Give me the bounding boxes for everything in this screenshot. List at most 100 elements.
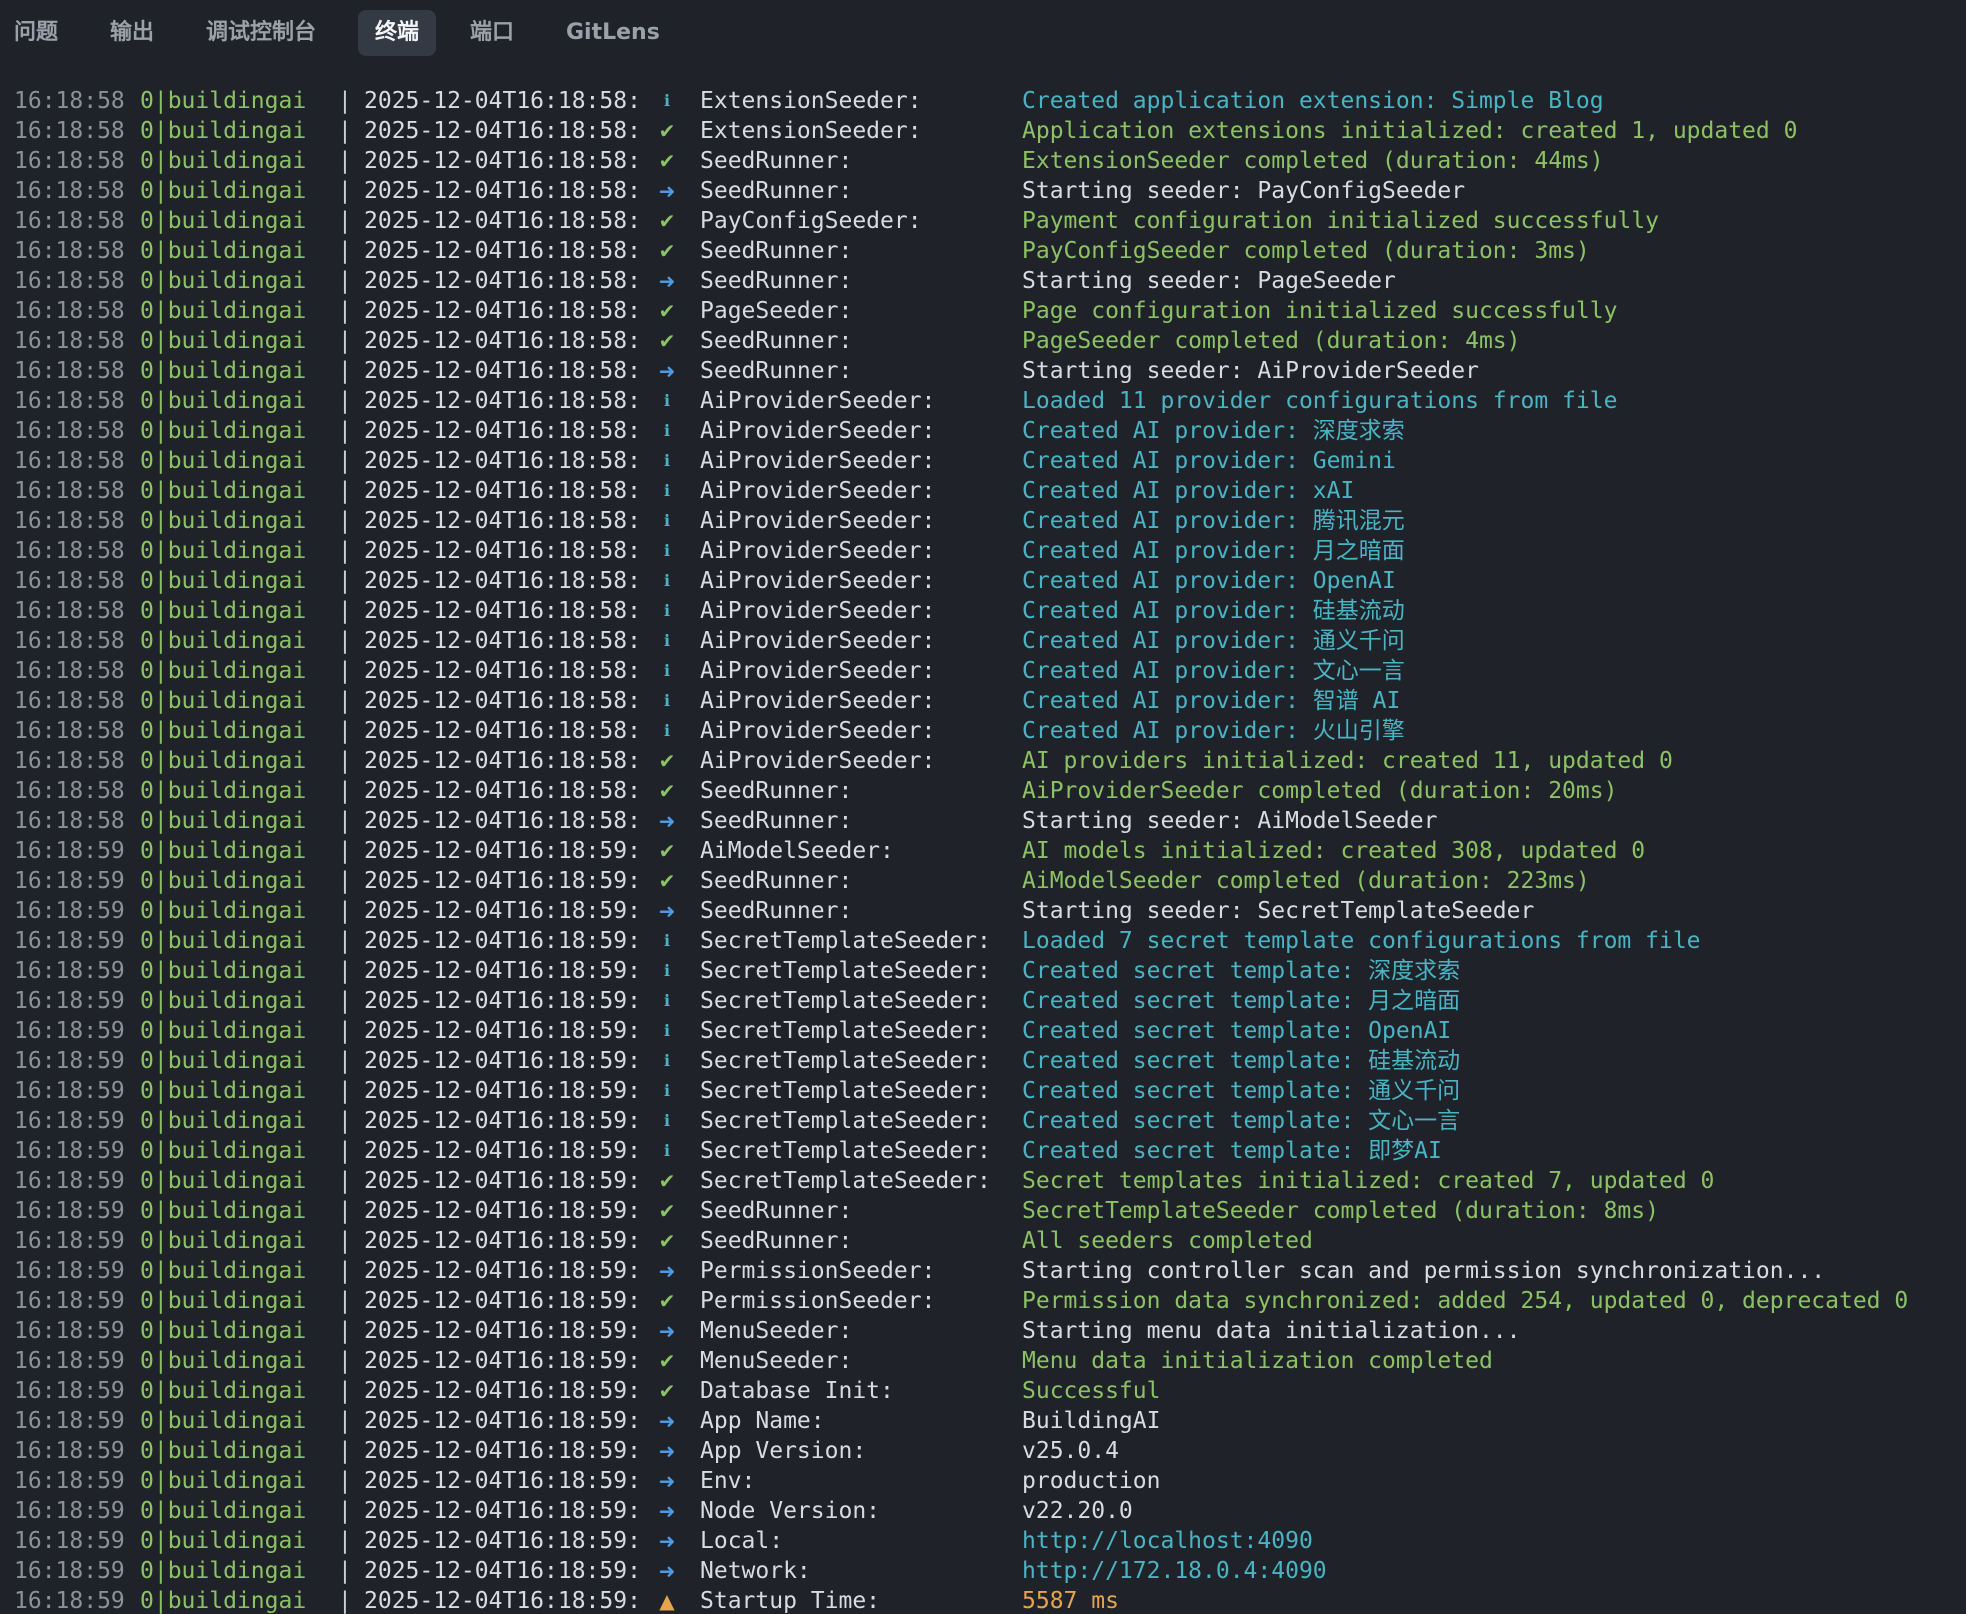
log-message: Starting seeder: AiModelSeeder xyxy=(1022,808,1438,834)
log-timestamp: 2025-12-04T16:18:58: xyxy=(364,508,641,534)
check-icon: ✔ xyxy=(658,209,676,233)
log-timestamp: 2025-12-04T16:18:59: xyxy=(364,1018,641,1044)
log-process: 0|buildingai xyxy=(140,1048,307,1074)
log-message: Created AI provider: 文心一言 xyxy=(1022,658,1405,684)
log-process: 0|buildingai xyxy=(140,748,307,774)
info-icon: ℹ xyxy=(663,721,671,740)
info-icon: ℹ xyxy=(663,1141,671,1160)
tab-debug-console[interactable]: 调试控制台 xyxy=(206,10,316,56)
log-separator: | xyxy=(338,1288,352,1314)
log-separator: | xyxy=(338,1498,352,1524)
log-message: Created AI provider: 月之暗面 xyxy=(1022,538,1405,564)
check-icon: ✔ xyxy=(658,239,676,263)
log-context: AiProviderSeeder: xyxy=(700,478,936,504)
log-time: 16:18:59 xyxy=(14,1588,125,1614)
log-context: App Version: xyxy=(700,1438,867,1464)
log-time: 16:18:58 xyxy=(14,238,125,264)
log-line: 16:18:59 0|buildingai | 2025-12-04T16:18:59… xyxy=(0,1406,1966,1436)
log-process: 0|buildingai xyxy=(140,418,307,444)
log-separator: | xyxy=(338,688,352,714)
log-separator: | xyxy=(338,568,352,594)
tab-gitlens[interactable]: GitLens xyxy=(566,10,660,56)
log-timestamp: 2025-12-04T16:18:58: xyxy=(364,748,641,774)
log-timestamp: 2025-12-04T16:18:58: xyxy=(364,688,641,714)
arrow-right-icon: ➜ xyxy=(658,1319,676,1343)
log-message: AI models initialized: created 308, upda… xyxy=(1022,838,1646,864)
log-line: 16:18:58 0|buildingai | 2025-12-04T16:18:58… xyxy=(0,116,1966,146)
log-process: 0|buildingai xyxy=(140,448,307,474)
log-time: 16:18:58 xyxy=(14,358,125,384)
log-separator: | xyxy=(338,1258,352,1284)
log-time: 16:18:58 xyxy=(14,448,125,474)
log-time: 16:18:59 xyxy=(14,1048,125,1074)
log-message: Created secret template: 深度求索 xyxy=(1022,958,1461,984)
log-time: 16:18:58 xyxy=(14,598,125,624)
log-time: 16:18:58 xyxy=(14,178,125,204)
log-message: Starting seeder: PageSeeder xyxy=(1022,268,1396,294)
log-message: Created secret template: OpenAI xyxy=(1022,1018,1452,1044)
log-context: AiProviderSeeder: xyxy=(700,508,936,534)
log-message: Created AI provider: xAI xyxy=(1022,478,1355,504)
log-separator: | xyxy=(338,1078,352,1104)
check-icon: ✔ xyxy=(658,779,676,803)
check-icon: ✔ xyxy=(658,1199,676,1223)
check-icon: ✔ xyxy=(658,119,676,143)
log-time: 16:18:58 xyxy=(14,418,125,444)
log-message: Secret templates initialized: created 7,… xyxy=(1022,1168,1715,1194)
log-separator: | xyxy=(338,658,352,684)
log-process: 0|buildingai xyxy=(140,1138,307,1164)
log-line: 16:18:59 0|buildingai | 2025-12-04T16:18:59… xyxy=(0,896,1966,926)
info-icon: ℹ xyxy=(663,691,671,710)
info-icon: ℹ xyxy=(663,511,671,530)
tab-terminal[interactable]: 终端 xyxy=(358,10,437,56)
log-time: 16:18:58 xyxy=(14,328,125,354)
log-time: 16:18:58 xyxy=(14,568,125,594)
log-context: App Name: xyxy=(700,1408,825,1434)
check-icon: ✔ xyxy=(658,329,676,353)
info-icon: ℹ xyxy=(663,391,671,410)
arrow-right-icon: ➜ xyxy=(658,1259,676,1283)
log-process: 0|buildingai xyxy=(140,1228,307,1254)
log-time: 16:18:59 xyxy=(14,1138,125,1164)
log-line: 16:18:59 0|buildingai | 2025-12-04T16:18:59… xyxy=(0,1526,1966,1556)
log-message: Created secret template: 硅基流动 xyxy=(1022,1048,1461,1074)
log-line: 16:18:59 0|buildingai | 2025-12-04T16:18:59… xyxy=(0,1136,1966,1166)
arrow-right-icon: ➜ xyxy=(658,1409,676,1433)
log-message: Created secret template: 文心一言 xyxy=(1022,1108,1461,1134)
log-time: 16:18:59 xyxy=(14,1228,125,1254)
tab-output[interactable]: 输出 xyxy=(110,10,154,56)
log-line: 16:18:59 0|buildingai | 2025-12-04T16:18:59… xyxy=(0,956,1966,986)
log-context: SeedRunner: xyxy=(700,178,853,204)
log-message: Starting seeder: SecretTemplateSeeder xyxy=(1022,898,1535,924)
tab-ports[interactable]: 端口 xyxy=(470,10,514,56)
log-time: 16:18:59 xyxy=(14,868,125,894)
log-process: 0|buildingai xyxy=(140,988,307,1014)
log-timestamp: 2025-12-04T16:18:58: xyxy=(364,418,641,444)
log-context: SecretTemplateSeeder: xyxy=(700,928,991,954)
log-time: 16:18:59 xyxy=(14,1288,125,1314)
log-line: 16:18:58 0|buildingai | 2025-12-04T16:18:58… xyxy=(0,446,1966,476)
log-context: MenuSeeder: xyxy=(700,1348,853,1374)
log-timestamp: 2025-12-04T16:18:58: xyxy=(364,268,641,294)
log-context: AiProviderSeeder: xyxy=(700,388,936,414)
terminal-output[interactable]: 16:18:58 0|buildingai | 2025-12-04T16:18:58… xyxy=(0,86,1966,1614)
log-time: 16:18:58 xyxy=(14,688,125,714)
log-separator: | xyxy=(338,958,352,984)
log-context: SeedRunner: xyxy=(700,238,853,264)
log-message: Created AI provider: 腾讯混元 xyxy=(1022,508,1405,534)
check-icon: ✔ xyxy=(658,1349,676,1373)
log-context: SecretTemplateSeeder: xyxy=(700,1168,991,1194)
log-line: 16:18:58 0|buildingai | 2025-12-04T16:18:58… xyxy=(0,626,1966,656)
log-message: All seeders completed xyxy=(1022,1228,1313,1254)
tab-problems[interactable]: 问题 xyxy=(14,10,58,56)
log-message: Created secret template: 通义千问 xyxy=(1022,1078,1461,1104)
log-context: AiProviderSeeder: xyxy=(700,418,936,444)
log-message: PayConfigSeeder completed (duration: 3ms… xyxy=(1022,238,1590,264)
log-time: 16:18:58 xyxy=(14,118,125,144)
log-message: Created AI provider: 深度求索 xyxy=(1022,418,1405,444)
log-time: 16:18:58 xyxy=(14,778,125,804)
arrow-right-icon: ➜ xyxy=(658,1559,676,1583)
log-time: 16:18:58 xyxy=(14,478,125,504)
info-icon: ℹ xyxy=(663,541,671,560)
log-separator: | xyxy=(338,838,352,864)
